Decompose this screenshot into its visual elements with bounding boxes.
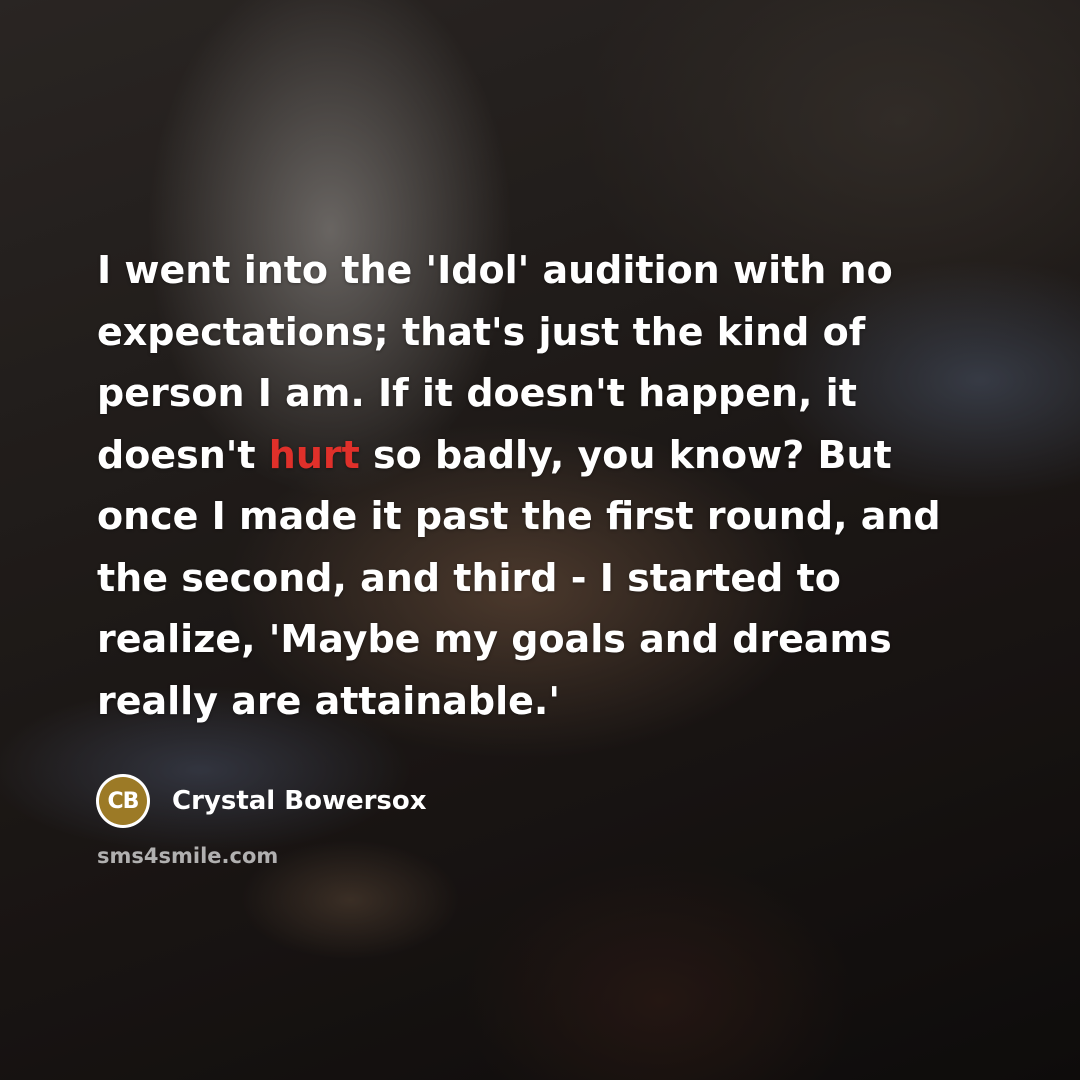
author-initials: CB [99,777,147,825]
author-avatar: CB [96,774,150,828]
author-name: Crystal Bowersox [172,786,427,816]
quote-highlight-word: hurt [268,432,360,477]
site-watermark: sms4smile.com [97,844,279,868]
quote-text: I went into the 'Idol' audition with no … [97,240,997,732]
author-row: CB Crystal Bowersox [96,772,427,830]
quote-card: I went into the 'Idol' audition with no … [0,0,1080,1080]
